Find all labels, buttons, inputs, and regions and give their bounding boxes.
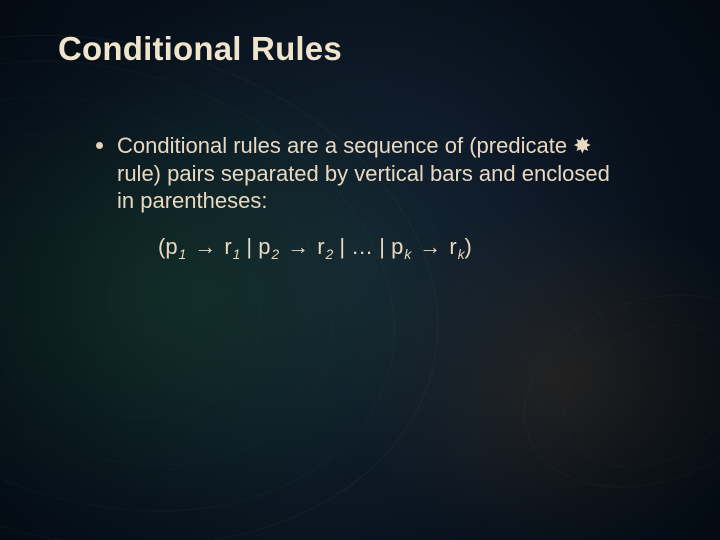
bg-swirl [540,297,720,495]
f-dots: … [351,234,379,259]
bullet-text-post: rule) pairs separated by vertical bars a… [117,161,610,214]
f-sub1: 1 [178,247,187,262]
f-bar: | [240,234,258,259]
f-sub2: 2 [270,247,279,262]
f-sub2b: 2 [325,247,334,262]
arrow-icon: → [186,234,224,259]
slide: Conditional Rules Conditional rules are … [0,0,720,540]
arrow-icon: → [411,234,449,259]
bullet-item: Conditional rules are a sequence of (pre… [96,132,616,215]
f-subk: k [403,247,411,262]
bg-swirl [0,27,391,535]
bullet-icon [96,142,103,149]
f-open: (p [158,234,178,259]
bg-swirl [0,0,487,540]
slide-title: Conditional Rules [58,30,342,68]
f-p: p [258,234,270,259]
f-subk2: k [457,247,465,262]
bg-swirl [497,261,720,522]
f-r: r [224,234,231,259]
compose-icon: ✸ [573,133,591,158]
f-sub1b: 1 [232,247,241,262]
bg-swirl [0,0,454,540]
formula: (p1 → r1 | p2 → r2 | … | pk → rk) [158,233,616,261]
f-bar2: | [333,234,351,259]
bullet-text-pre: Conditional rules are a sequence of (pre… [117,133,573,158]
slide-body: Conditional rules are a sequence of (pre… [96,132,616,260]
arrow-icon: → [279,234,317,259]
f-bar3: | [379,234,391,259]
f-pk: p [391,234,403,259]
f-close: ) [465,234,472,259]
f-rk: r [449,234,456,259]
f-r2: r [317,234,324,259]
bullet-text: Conditional rules are a sequence of (pre… [117,132,616,215]
